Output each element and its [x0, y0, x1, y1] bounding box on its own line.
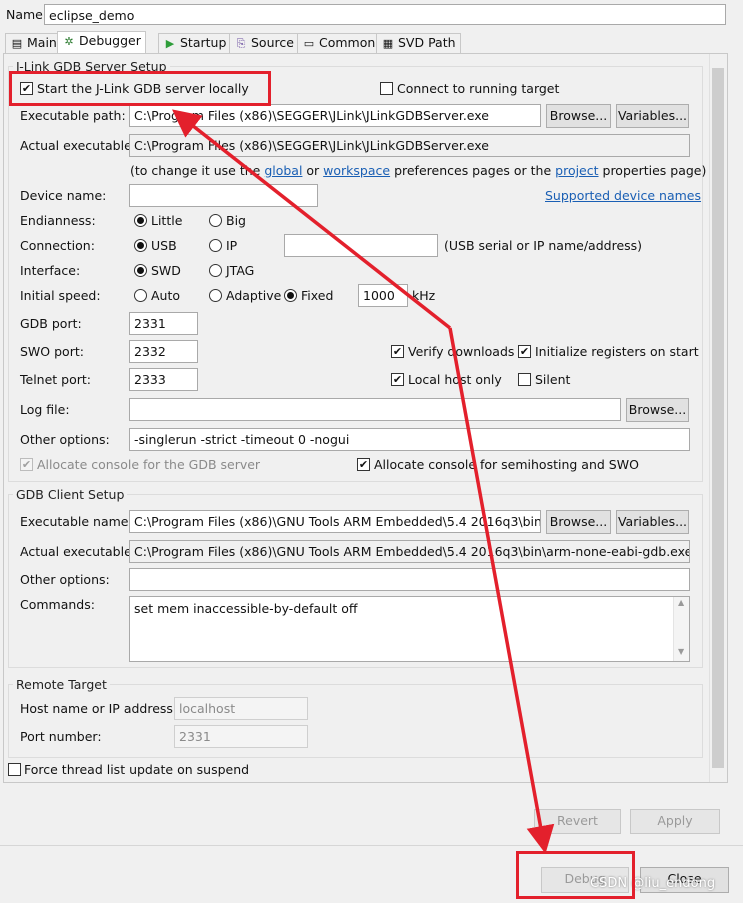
annotation-arrows	[171, 109, 555, 854]
arrow-line-to-start-checkbox	[171, 109, 452, 330]
arrow-line-to-debug-button	[448, 327, 555, 854]
